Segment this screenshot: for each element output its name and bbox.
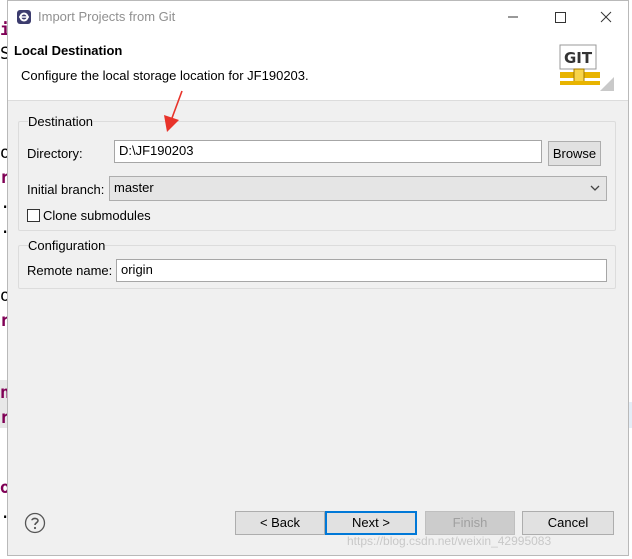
window-title: Import Projects from Git <box>38 9 176 24</box>
minimize-icon[interactable] <box>501 5 525 29</box>
page-title: Local Destination <box>14 43 123 58</box>
directory-label: Directory: <box>27 146 83 161</box>
initial-branch-label: Initial branch: <box>27 182 105 197</box>
import-dialog: Import Projects from Git Local Destinati… <box>7 0 629 556</box>
configuration-group-title: Configuration <box>28 238 106 253</box>
help-icon[interactable] <box>24 512 46 534</box>
git-logo-text: GIT <box>564 49 593 67</box>
clone-submodules-checkbox[interactable] <box>27 209 40 222</box>
close-icon[interactable] <box>594 5 618 29</box>
back-button[interactable]: < Back <box>235 511 325 535</box>
watermark-text: https://blog.csdn.net/weixin_42995083 <box>347 534 552 548</box>
cancel-button[interactable]: Cancel <box>522 511 614 535</box>
eclipse-icon <box>17 10 31 24</box>
directory-input[interactable]: D:\JF190203 <box>114 140 542 163</box>
initial-branch-value: master <box>114 180 154 195</box>
page-description: Configure the local storage location for… <box>21 68 309 83</box>
clone-submodules-label[interactable]: Clone submodules <box>43 208 151 223</box>
remote-name-input[interactable]: origin <box>116 259 607 282</box>
wizard-banner: Local Destination Configure the local st… <box>8 33 628 101</box>
title-bar[interactable]: Import Projects from Git <box>8 1 628 33</box>
destination-group-title: Destination <box>28 114 94 129</box>
annotation-arrow-icon <box>164 90 183 132</box>
git-logo-icon: GIT <box>559 44 614 91</box>
next-button[interactable]: Next > <box>325 511 417 535</box>
browse-button[interactable]: Browse <box>548 141 601 166</box>
chevron-down-icon <box>590 185 600 191</box>
initial-branch-select[interactable]: master <box>109 176 607 201</box>
maximize-icon[interactable] <box>548 5 572 29</box>
finish-button: Finish <box>425 511 515 535</box>
remote-name-label: Remote name: <box>27 263 113 278</box>
